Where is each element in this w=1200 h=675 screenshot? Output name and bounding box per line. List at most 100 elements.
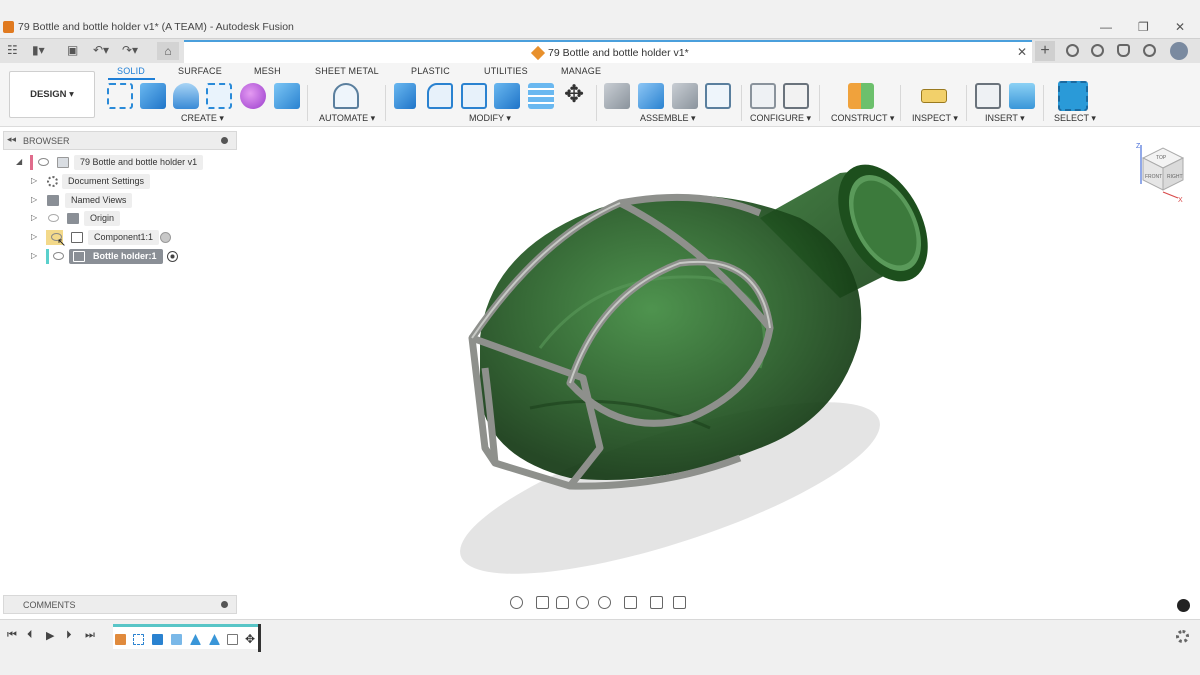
document-tab[interactable]: 79 Bottle and bottle holder v1* ✕ bbox=[184, 40, 1032, 64]
viewports-icon[interactable] bbox=[673, 596, 686, 609]
extensions-icon[interactable] bbox=[1066, 44, 1079, 57]
timeline-prev-button[interactable]: ⏴ bbox=[27, 629, 33, 642]
tab-plastic[interactable]: PLASTIC bbox=[411, 66, 450, 76]
restore-button[interactable]: ❐ bbox=[1138, 20, 1149, 34]
revolve-icon[interactable] bbox=[173, 83, 199, 109]
timeline-marker[interactable] bbox=[258, 624, 261, 652]
construct-menu[interactable]: CONSTRUCT ▾ bbox=[831, 113, 894, 124]
user-avatar[interactable] bbox=[1170, 42, 1188, 60]
automate-menu[interactable]: AUTOMATE ▾ bbox=[319, 113, 375, 124]
workspace-switcher-button[interactable]: DESIGN ▾ bbox=[9, 71, 95, 118]
collapse-arrow-icon[interactable]: ◢ bbox=[16, 157, 22, 166]
browser-panel-header[interactable]: ◂◂ BROWSER bbox=[3, 131, 237, 150]
insert-menu[interactable]: INSERT ▾ bbox=[985, 113, 1025, 124]
tab-sheet-metal[interactable]: SHEET METAL bbox=[315, 66, 379, 76]
timeline-first-button[interactable]: ⏮ bbox=[7, 629, 17, 642]
joint-origin-icon[interactable] bbox=[705, 83, 731, 109]
collapse-browser-icon[interactable]: ◂◂ bbox=[7, 134, 16, 145]
timeline-feature-icon[interactable] bbox=[133, 634, 144, 645]
help-icon[interactable] bbox=[1143, 44, 1156, 57]
display-settings-icon[interactable] bbox=[624, 596, 637, 609]
3d-viewport[interactable] bbox=[240, 128, 1200, 618]
zoom-icon[interactable] bbox=[576, 596, 589, 609]
timeline-move-icon[interactable]: ✥ bbox=[245, 633, 256, 645]
close-window-button[interactable]: ✕ bbox=[1175, 20, 1185, 34]
viewcube[interactable]: TOP FRONT RIGHT Z X bbox=[1133, 140, 1188, 204]
tree-item-root[interactable]: ◢ 79 Bottle and bottle holder v1 bbox=[14, 155, 234, 171]
pan-icon[interactable] bbox=[556, 596, 569, 609]
select-icon[interactable] bbox=[1058, 81, 1088, 111]
offset-plane-icon[interactable] bbox=[848, 83, 874, 109]
grid-settings-icon[interactable] bbox=[650, 596, 663, 609]
timeline-feature-icon[interactable] bbox=[171, 634, 182, 645]
insert-derive-icon[interactable] bbox=[975, 83, 1001, 109]
comments-pin-icon[interactable] bbox=[221, 601, 228, 608]
tree-item-document-settings[interactable]: ▷ Document Settings bbox=[14, 174, 234, 190]
measure-icon[interactable] bbox=[921, 89, 947, 103]
visibility-eye-icon[interactable] bbox=[53, 252, 64, 260]
timeline-last-button[interactable]: ⏭ bbox=[85, 629, 95, 642]
timeline-feature-icon[interactable] bbox=[190, 634, 201, 645]
timeline-next-button[interactable]: ⏵ bbox=[66, 629, 72, 642]
box-icon[interactable] bbox=[274, 83, 300, 109]
tab-surface[interactable]: SURFACE bbox=[178, 66, 222, 76]
minimize-button[interactable]: — bbox=[1100, 20, 1112, 34]
close-tab-icon[interactable]: ✕ bbox=[1017, 45, 1027, 59]
sweep-icon[interactable] bbox=[206, 83, 232, 109]
notifications-icon[interactable] bbox=[1117, 44, 1130, 57]
new-tab-button[interactable]: + bbox=[1035, 41, 1055, 61]
save-icon[interactable]: ▣ bbox=[67, 43, 78, 57]
job-status-icon[interactable] bbox=[1091, 44, 1104, 57]
timeline-play-button[interactable]: ▶ bbox=[46, 629, 54, 642]
expand-arrow-icon[interactable]: ▷ bbox=[31, 251, 37, 260]
modify-menu[interactable]: MODIFY ▾ bbox=[469, 113, 511, 124]
configure-menu[interactable]: CONFIGURE ▾ bbox=[750, 113, 811, 124]
tree-item-named-views[interactable]: ▷ Named Views bbox=[14, 193, 234, 209]
activate-radio-icon[interactable] bbox=[160, 232, 171, 243]
select-menu[interactable]: SELECT ▾ bbox=[1054, 113, 1096, 124]
tab-mesh[interactable]: MESH bbox=[254, 66, 281, 76]
home-icon[interactable]: ⌂ bbox=[157, 42, 179, 60]
timeline-settings-gear-icon[interactable] bbox=[1176, 630, 1189, 643]
timeline-feature-icon[interactable] bbox=[115, 634, 126, 645]
expand-arrow-icon[interactable]: ▷ bbox=[31, 176, 37, 185]
tree-item-origin[interactable]: ▷ Origin bbox=[14, 211, 234, 227]
fit-icon[interactable] bbox=[598, 596, 611, 609]
inspect-menu[interactable]: INSPECT ▾ bbox=[912, 113, 958, 124]
timeline-feature-icon[interactable] bbox=[209, 634, 220, 645]
form-icon[interactable] bbox=[240, 83, 266, 109]
redo-button[interactable]: ↷▾ bbox=[122, 43, 138, 57]
look-at-icon[interactable] bbox=[536, 596, 549, 609]
file-menu-button[interactable]: ▮▾ bbox=[32, 43, 45, 57]
tab-solid[interactable]: SOLID bbox=[117, 66, 145, 76]
shell-icon[interactable] bbox=[461, 83, 487, 109]
configuration-table-icon[interactable] bbox=[783, 83, 809, 109]
orbit-icon[interactable] bbox=[510, 596, 523, 609]
press-pull-icon[interactable] bbox=[394, 83, 416, 109]
as-built-joint-icon[interactable] bbox=[672, 83, 698, 109]
tree-item-bottle-holder[interactable]: ▷ Bottle holder:1 bbox=[14, 249, 234, 265]
automate-icon[interactable] bbox=[333, 83, 359, 109]
tab-manage[interactable]: MANAGE bbox=[561, 66, 601, 76]
move-icon[interactable]: ✥ bbox=[561, 83, 587, 109]
offset-face-icon[interactable] bbox=[528, 83, 554, 109]
configure-icon[interactable] bbox=[750, 83, 776, 109]
timeline-feature-icon[interactable] bbox=[227, 634, 238, 645]
timeline-feature-icon[interactable] bbox=[152, 634, 163, 645]
hidden-eye-icon[interactable] bbox=[48, 214, 59, 222]
new-component-icon[interactable] bbox=[604, 83, 630, 109]
bottle-model[interactable] bbox=[240, 128, 1200, 618]
tree-item-component1[interactable]: ▷ Component1:1 ↖ bbox=[14, 230, 234, 249]
activity-icon[interactable] bbox=[1177, 599, 1190, 612]
expand-arrow-icon[interactable]: ▷ bbox=[31, 213, 37, 222]
combine-icon[interactable] bbox=[494, 83, 520, 109]
assemble-menu[interactable]: ASSEMBLE ▾ bbox=[640, 113, 696, 124]
extrude-icon[interactable] bbox=[140, 83, 166, 109]
expand-arrow-icon[interactable]: ▷ bbox=[31, 232, 37, 241]
comments-panel-header[interactable]: COMMENTS bbox=[3, 595, 237, 614]
active-radio-icon[interactable] bbox=[167, 251, 178, 262]
create-menu[interactable]: CREATE ▾ bbox=[181, 113, 224, 124]
undo-button[interactable]: ↶▾ bbox=[93, 43, 109, 57]
timeline-track[interactable]: ✥ bbox=[113, 624, 261, 649]
joint-icon[interactable] bbox=[638, 83, 664, 109]
